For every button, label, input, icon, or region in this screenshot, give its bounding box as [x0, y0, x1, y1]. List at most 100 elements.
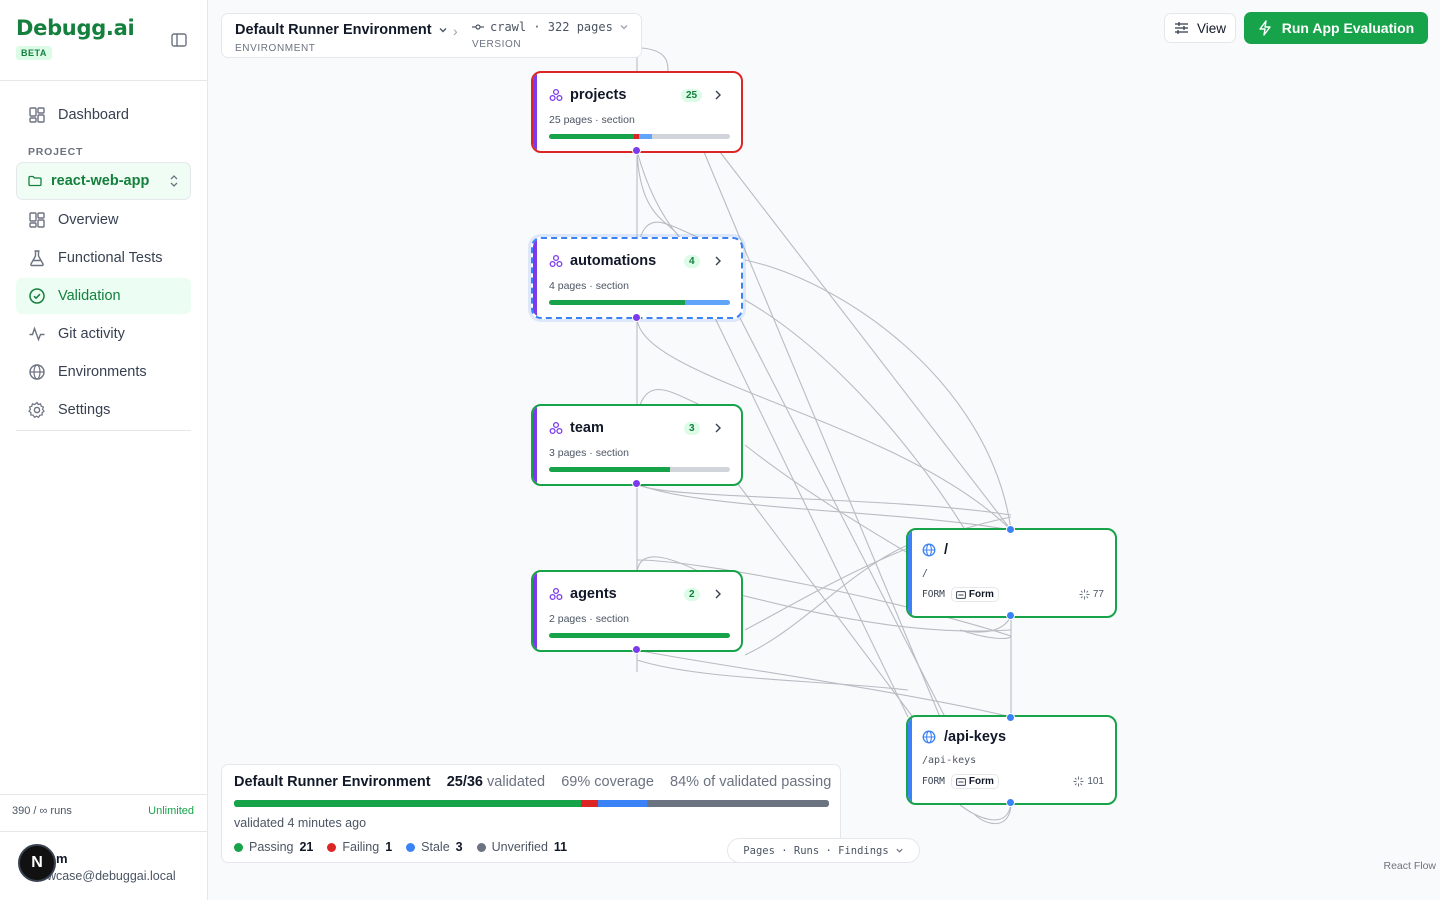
page-node-api-keys[interactable]: /api-keys /api-keys FORM Form 101 [906, 715, 1117, 805]
legend-failing: Failing 1 [327, 840, 392, 854]
page-score: 101 [1073, 776, 1104, 787]
legend-dot [234, 842, 243, 852]
node-handle[interactable] [1006, 713, 1015, 722]
legend-passing: Passing 21 [234, 840, 313, 854]
summary-bar-stale [597, 800, 648, 807]
page-score-value: 101 [1087, 776, 1104, 787]
node-subtitle: 2 pages · section [549, 613, 629, 625]
progress-stale [639, 134, 653, 139]
view-button[interactable]: View [1164, 13, 1236, 43]
page-node-root[interactable]: / / FORM Form 77 [906, 528, 1117, 618]
sparkle-icon [1079, 589, 1090, 600]
section-icon [549, 254, 563, 268]
node-handle[interactable] [1006, 798, 1015, 807]
page-score: 77 [1079, 589, 1104, 600]
node-accent [908, 530, 912, 616]
node-name: agents [570, 586, 617, 602]
node-progress-bar [549, 633, 730, 638]
summary-bar-passing [234, 800, 582, 807]
form-chip: Form [950, 587, 999, 602]
node-progress-bar [549, 134, 730, 139]
form-chip-label: Form [968, 776, 994, 787]
form-chip: Form [950, 774, 999, 789]
node-handle[interactable] [1006, 525, 1015, 534]
legend-label: Unverified [491, 840, 548, 854]
node-accent [533, 406, 537, 484]
validated-count: 25/36 [446, 774, 483, 790]
breadcrumb-separator: › [453, 23, 458, 39]
sliders-icon [1174, 22, 1188, 34]
run-button-label: Run App Evaluation [1281, 20, 1415, 36]
node-title: / [922, 542, 948, 558]
form-icon [955, 777, 966, 786]
node-accent [533, 73, 537, 151]
summary-legend: Passing 21 Failing 1 Stale 3 Unverified 11 [234, 840, 567, 854]
node-handle[interactable] [632, 645, 641, 654]
legend-unverified: Unverified 11 [476, 840, 568, 854]
globe-icon [922, 730, 936, 744]
node-handle[interactable] [632, 479, 641, 488]
page-type: FORM Form [922, 587, 999, 602]
page-title: / [944, 542, 949, 558]
run-app-evaluation-button[interactable]: Run App Evaluation [1244, 12, 1428, 44]
chevron-right-icon[interactable] [713, 89, 723, 101]
react-flow-attribution[interactable]: React Flow [1383, 860, 1436, 872]
form-chip-label: Form [968, 589, 994, 600]
passing-rate: 84% of validated passing [670, 774, 832, 790]
view-tabs-selector[interactable]: Pages · Runs · Findings [727, 838, 920, 863]
progress-stale [684, 300, 730, 305]
chevron-right-icon[interactable] [713, 255, 723, 267]
node-title: /api-keys [922, 729, 1006, 745]
legend-label: Failing [342, 840, 380, 854]
section-node-team[interactable]: team 3 3 pages · section [531, 404, 743, 486]
legend-count: 1 [385, 840, 393, 854]
summary-bar-unverified [647, 800, 829, 807]
node-handle[interactable] [1006, 611, 1015, 620]
page-path: /api-keys [922, 755, 977, 766]
globe-icon [922, 543, 936, 557]
legend-dot [476, 842, 486, 852]
view-tabs-label: Pages · Runs · Findings [743, 844, 889, 857]
page-score-value: 77 [1092, 589, 1104, 600]
page-title: /api-keys [944, 729, 1007, 745]
node-handle[interactable] [632, 313, 641, 322]
progress-pass [549, 300, 685, 305]
legend-dot [327, 842, 337, 852]
version-label: VERSION [472, 39, 522, 50]
node-handle[interactable] [632, 146, 641, 155]
page-count-badge: 25 [681, 89, 703, 102]
environment-selector[interactable]: Default Runner Environment [235, 22, 448, 38]
legend-stale: Stale 3 [406, 840, 463, 854]
node-subtitle: 3 pages · section [549, 447, 629, 459]
chevron-right-icon[interactable] [713, 588, 723, 600]
chevron-down-icon [439, 28, 447, 33]
node-accent [908, 717, 912, 803]
coverage: 69% coverage [561, 774, 654, 790]
environment-label: ENVIRONMENT [235, 43, 316, 54]
view-button-label: View [1196, 20, 1227, 36]
section-node-agents[interactable]: agents 2 2 pages · section [531, 570, 743, 652]
section-node-automations[interactable]: automations 4 4 pages · section [531, 237, 743, 319]
legend-count: 11 [553, 840, 568, 854]
chevron-down-icon [896, 848, 903, 853]
node-name: projects [570, 87, 627, 103]
summary-bar-failing [581, 800, 598, 807]
page-type-label: FORM [922, 776, 945, 787]
environment-name: Default Runner Environment [235, 22, 432, 38]
progress-pass [549, 467, 671, 472]
version-name: crawl · 322 pages [490, 20, 613, 34]
page-type: FORM Form [922, 774, 999, 789]
section-icon [549, 587, 563, 601]
commit-icon [472, 24, 484, 30]
version-selector[interactable]: crawl · 322 pages [472, 20, 629, 34]
summary-environment: Default Runner Environment [234, 774, 431, 790]
chevron-right-icon[interactable] [713, 422, 723, 434]
form-icon [955, 590, 966, 599]
section-node-projects[interactable]: projects 25 25 pages · section [531, 71, 743, 153]
page-path: / [922, 568, 929, 579]
node-title: projects [549, 87, 626, 103]
node-subtitle: 25 pages · section [549, 114, 635, 126]
node-name: team [570, 420, 604, 436]
chevron-down-icon [620, 25, 628, 30]
progress-pass [549, 134, 635, 139]
